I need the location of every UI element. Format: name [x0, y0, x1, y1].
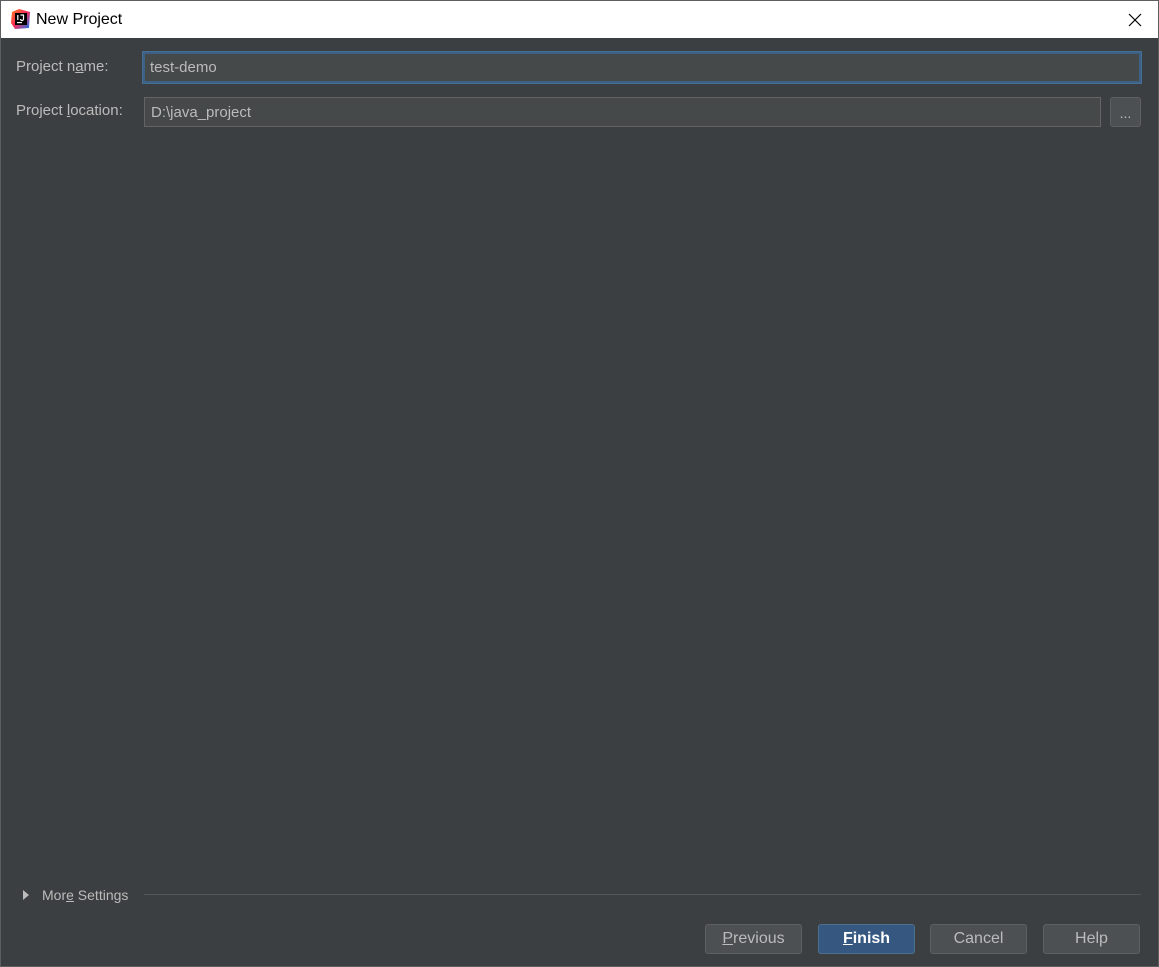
- previous-button[interactable]: Previous: [705, 924, 802, 954]
- window-title: New Project: [36, 11, 123, 28]
- new-project-dialog: New Project Project name: Project locati…: [0, 0, 1159, 967]
- project-name-input[interactable]: [143, 52, 1141, 83]
- close-icon: [1128, 13, 1142, 26]
- project-location-input[interactable]: [144, 97, 1101, 127]
- more-settings-toggle[interactable]: More Settings: [23, 885, 128, 905]
- intellij-idea-icon: [11, 9, 30, 29]
- browse-location-button[interactable]: ...: [1110, 97, 1141, 127]
- close-button[interactable]: [1112, 1, 1158, 38]
- help-button[interactable]: Help: [1043, 924, 1140, 954]
- project-name-label: Project name:: [16, 58, 109, 75]
- more-settings-divider: [144, 894, 1141, 895]
- more-settings-label: More Settings: [42, 887, 129, 903]
- cancel-button[interactable]: Cancel: [930, 924, 1027, 954]
- expand-triangle-icon: [23, 890, 29, 900]
- finish-button[interactable]: Finish: [818, 924, 915, 954]
- project-location-label: Project location:: [16, 102, 123, 119]
- title-bar[interactable]: New Project: [1, 1, 1158, 38]
